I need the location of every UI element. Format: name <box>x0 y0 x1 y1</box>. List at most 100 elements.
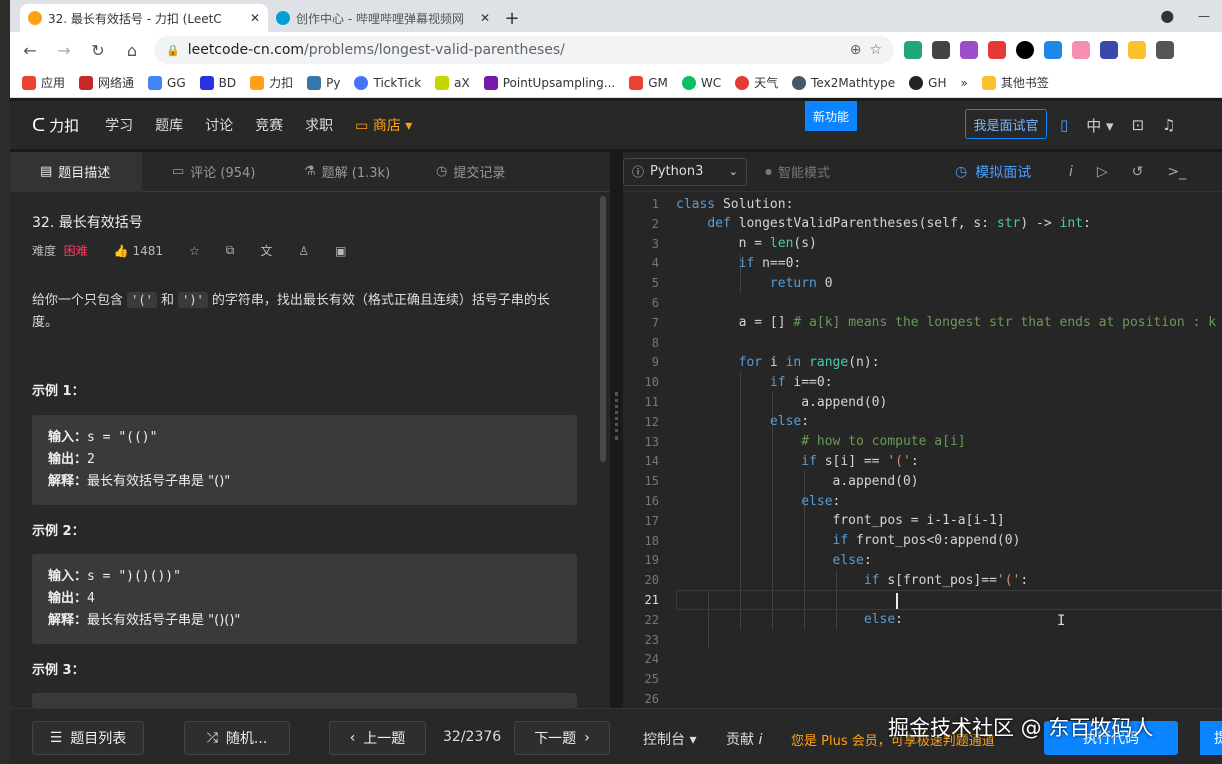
star-icon[interactable]: ☆ <box>869 42 882 58</box>
run-triangle-icon[interactable]: ▷ <box>1097 164 1108 180</box>
next-problem-button[interactable]: 下一题 › <box>514 721 610 755</box>
bookmark-wangluotong[interactable]: 网络通 <box>79 74 134 91</box>
home-button[interactable]: ⌂ <box>120 38 144 62</box>
nav-contest[interactable]: 竞赛 <box>255 115 283 135</box>
smart-mode-toggle[interactable]: ● 智能模式 <box>765 162 830 181</box>
nav-jobs[interactable]: 求职 <box>305 115 333 135</box>
extension-icon[interactable] <box>1072 41 1090 59</box>
weather-icon <box>735 75 750 90</box>
code-line: 13 # how to compute a[i] <box>623 432 1222 452</box>
mock-interview-button[interactable]: ◷ 模拟面试 <box>955 152 1031 192</box>
bookmark-apps[interactable]: 应用 <box>22 74 65 91</box>
extension-icon[interactable] <box>1100 41 1118 59</box>
bookmark-gg[interactable]: GG <box>148 75 186 90</box>
nav-problemset[interactable]: 题库 <box>155 115 183 135</box>
extensions-menu-icon[interactable] <box>1156 41 1174 59</box>
tab-submissions[interactable]: ◷ 提交记录 <box>406 162 538 181</box>
random-button[interactable]: ⤮ 随机... <box>184 721 290 755</box>
code-text: else: <box>769 414 810 430</box>
favorite-star-icon[interactable]: ☆ <box>189 244 200 258</box>
forward-button[interactable]: → <box>52 38 76 62</box>
code-line: 14 if s[i] == '(': <box>623 451 1222 471</box>
submit-button[interactable]: 提 <box>1200 721 1222 755</box>
other-bookmarks[interactable]: 其他书签 <box>981 74 1049 91</box>
bookmark-pointupsampling[interactable]: PointUpsampling... <box>483 75 615 90</box>
bookmark-weather[interactable]: 天气 <box>735 74 778 91</box>
bookmark-py[interactable]: Py <box>307 75 340 90</box>
console-prompt-icon[interactable]: >_ <box>1167 164 1186 180</box>
extension-icon[interactable] <box>904 41 922 59</box>
profile-dropdown-icon[interactable]: ⬤ <box>1161 9 1174 23</box>
url-input[interactable]: 🔒 leetcode-cn.com/problems/longest-valid… <box>154 36 894 64</box>
new-tab-button[interactable]: + <box>498 4 526 32</box>
problem-list-button[interactable]: ☰ 题目列表 <box>32 721 144 755</box>
nav-discuss[interactable]: 讨论 <box>205 115 233 135</box>
code-editor[interactable]: 1 class Solution: 2 def longestValidParent… <box>623 194 1222 708</box>
interviewer-button[interactable]: 我是面试官 <box>965 109 1047 139</box>
editor-actions: i ▷ ↺ >_ <box>1069 152 1186 192</box>
notification-bell-icon[interactable]: ♫ <box>1162 116 1175 134</box>
bookmarks-overflow[interactable]: » <box>960 76 967 90</box>
terminal-icon[interactable]: ⊡ <box>1132 116 1145 134</box>
close-tab-icon[interactable]: ✕ <box>480 11 490 25</box>
pane-splitter[interactable] <box>612 152 622 708</box>
line-number: 23 <box>644 632 659 647</box>
problem-meta: 难度 困难 👍 1481 ☆ ⧉ 文 ♙ ▣ <box>32 242 346 259</box>
extension-icon[interactable] <box>960 41 978 59</box>
back-button[interactable]: ← <box>18 38 42 62</box>
tab-comments[interactable]: ▭ 评论 (954) <box>142 162 274 181</box>
prev-problem-button[interactable]: ‹ 上一题 <box>329 721 426 755</box>
reload-button[interactable]: ↻ <box>86 38 110 62</box>
window-controls: ⬤ — <box>1161 0 1222 32</box>
browser-tab-bilibili[interactable]: 创作中心 - 哔哩哔哩弹幕视频网 ✕ <box>268 4 498 32</box>
bookmark-wc[interactable]: WC <box>681 75 721 90</box>
italic-info-icon[interactable]: i <box>1069 164 1073 180</box>
bookmark-leetcode[interactable]: 力扣 <box>250 74 293 91</box>
tab-solutions[interactable]: ⚗ 题解 (1.3k) <box>274 162 406 181</box>
bookmark-tex2mathtype[interactable]: Tex2Mathtype <box>792 75 895 90</box>
bookmark-ax[interactable]: aX <box>435 75 470 90</box>
mobile-icon[interactable]: ▯ <box>1060 116 1068 134</box>
extension-icon[interactable] <box>932 41 950 59</box>
code-text: if s[i] == '(': <box>801 453 919 469</box>
onenote-icon <box>483 75 498 90</box>
line-number: 24 <box>644 652 659 667</box>
code-line: 23 <box>623 630 1222 650</box>
contribute-button[interactable]: 贡献 i <box>726 729 762 749</box>
language-switch[interactable]: 中 ▾ <box>1086 115 1113 136</box>
extension-icon[interactable] <box>1016 41 1034 59</box>
translate-icon[interactable]: 文 <box>260 242 272 259</box>
nav-learn[interactable]: 学习 <box>105 115 133 135</box>
browser-tab-leetcode[interactable]: 32. 最长有效括号 - 力扣 (LeetC ✕ <box>20 4 268 32</box>
close-tab-icon[interactable]: ✕ <box>250 11 260 25</box>
like-button[interactable]: 👍 1481 <box>114 244 163 258</box>
extension-icon[interactable] <box>1044 41 1062 59</box>
list-icon: ☰ <box>49 730 63 746</box>
nav-shop[interactable]: ▭ 商店 ▾ <box>355 115 412 135</box>
new-feature-badge[interactable]: 新功能 <box>805 101 857 131</box>
code-line: 1 class Solution: <box>623 194 1222 214</box>
bell-icon[interactable]: ♙ <box>298 244 309 258</box>
extension-icon[interactable] <box>1128 41 1146 59</box>
share-icon[interactable]: ⧉ <box>226 243 235 258</box>
code-text: else: <box>801 493 841 509</box>
tab-description[interactable]: ▤ 题目描述 <box>10 151 142 192</box>
wechat-icon <box>681 75 696 90</box>
bookmark-gm[interactable]: GM <box>629 75 668 90</box>
line-number: 2 <box>651 216 659 231</box>
extension-icon[interactable] <box>988 41 1006 59</box>
code-line: 26 <box>623 689 1222 709</box>
zoom-icon[interactable]: ⊕ <box>850 42 862 58</box>
feedback-icon[interactable]: ▣ <box>335 244 346 258</box>
minimize-icon[interactable]: — <box>1198 9 1210 23</box>
language-select[interactable]: ⓘ Python3 ⌄ <box>623 157 747 186</box>
bookmark-bd[interactable]: BD <box>199 75 236 90</box>
bookmark-ticktick[interactable]: TickTick <box>354 75 421 90</box>
reset-icon[interactable]: ↺ <box>1132 164 1144 180</box>
scrollbar[interactable] <box>600 196 606 462</box>
bookmark-gh[interactable]: GH <box>909 75 946 90</box>
leetcode-logo[interactable]: ᑕ 力扣 <box>32 115 79 136</box>
gmail-icon <box>629 75 644 90</box>
console-toggle[interactable]: 控制台 ▾ <box>643 729 696 749</box>
problem-description: 给你一个只包含 '(' 和 ')' 的字符串，找出最长有效（格式正确且连续）括号… <box>32 292 550 330</box>
